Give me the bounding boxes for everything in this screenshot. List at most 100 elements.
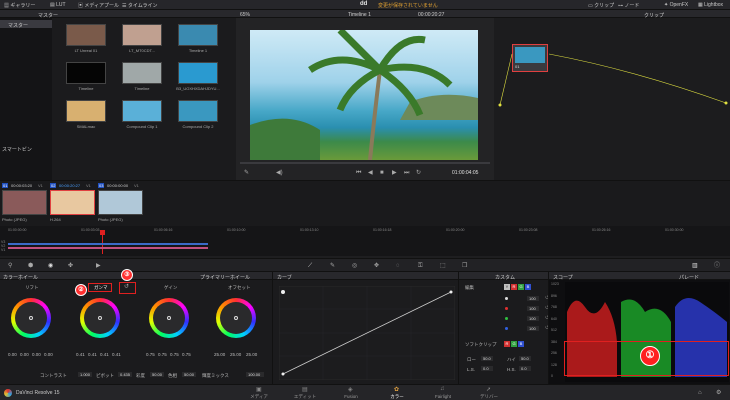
page-tab-icon[interactable]: ♫ bbox=[440, 386, 445, 392]
motion-effects-icon[interactable]: ▶ bbox=[96, 263, 101, 269]
page-tab-icon[interactable]: ▤ bbox=[302, 386, 308, 393]
wheel-value[interactable]: 25.00 bbox=[230, 352, 241, 357]
timeline-button[interactable]: ☰ タイムライン bbox=[122, 2, 158, 9]
wheel-value[interactable]: 0.00 bbox=[32, 352, 41, 357]
low-value[interactable]: 50.0 bbox=[481, 356, 493, 361]
gain-wheel[interactable] bbox=[149, 298, 189, 338]
page-tab-label[interactable]: Fairlight bbox=[430, 394, 456, 399]
wheel-value[interactable]: 25.00 bbox=[246, 352, 257, 357]
channel-b-chip[interactable]: B bbox=[525, 284, 531, 290]
track-v1-clip[interactable] bbox=[8, 247, 208, 249]
lum-mix-value[interactable]: 100.00 bbox=[246, 372, 264, 377]
tracker-icon[interactable]: ✥ bbox=[374, 263, 379, 269]
page-tab-icon[interactable]: ▣ bbox=[256, 386, 262, 393]
scope-mode[interactable]: パレード bbox=[679, 274, 699, 281]
wheel-value[interactable]: 0.41 bbox=[100, 352, 109, 357]
curves-icon[interactable]: ⟋ bbox=[308, 263, 312, 269]
contrast-value[interactable]: 1.000 bbox=[78, 372, 92, 377]
channel-r-chip[interactable]: R bbox=[511, 284, 517, 290]
strip-clip-thumbnail[interactable] bbox=[2, 190, 47, 215]
timeline-ruler[interactable]: 01:00:00:00 01:00:03:03 01:00:06:16 01:00:1… bbox=[0, 226, 730, 236]
info-icon[interactable]: ⓘ bbox=[714, 263, 720, 269]
loop-icon[interactable]: ↻ bbox=[416, 170, 421, 176]
blur-icon[interactable]: ◌ bbox=[396, 263, 400, 269]
wheel-value[interactable]: 0.75 bbox=[170, 352, 179, 357]
media-clip-thumbnail[interactable] bbox=[178, 100, 218, 122]
intensity-value[interactable]: 100 bbox=[527, 316, 539, 321]
gamma-wheel[interactable] bbox=[80, 298, 120, 338]
skip-forward-icon[interactable]: ⏭ bbox=[404, 170, 409, 176]
wheel-value[interactable]: 0.00 bbox=[44, 352, 53, 357]
media-clip-thumbnail[interactable] bbox=[122, 62, 162, 84]
media-clip-thumbnail[interactable] bbox=[122, 24, 162, 46]
wheel-value[interactable]: 0.75 bbox=[146, 352, 155, 357]
pen-icon[interactable]: ✎ bbox=[244, 170, 249, 176]
key-icon[interactable]: ⚿ bbox=[418, 263, 423, 269]
media-clip-thumbnail[interactable] bbox=[122, 100, 162, 122]
nodes-button[interactable]: ⊶ ノード bbox=[618, 2, 639, 9]
wheel-value[interactable]: 0.75 bbox=[182, 352, 191, 357]
media-clip-thumbnail[interactable] bbox=[66, 24, 106, 46]
hs-value[interactable]: 0.0 bbox=[519, 366, 531, 371]
page-tab-label[interactable]: メディア bbox=[246, 394, 272, 400]
sizing-icon[interactable]: ⬚ bbox=[440, 263, 446, 269]
page-tab-label[interactable]: エディット bbox=[292, 394, 318, 400]
primary-wheels-mode[interactable]: プライマリーホイール bbox=[200, 274, 250, 281]
clips-button[interactable]: ▭ クリップ bbox=[588, 2, 614, 9]
page-tab-icon[interactable]: ➚ bbox=[486, 386, 491, 393]
page-tab-label[interactable]: Fusion bbox=[338, 394, 364, 399]
settings-icon[interactable]: ⚙ bbox=[716, 390, 721, 396]
wheel-value[interactable]: 0.75 bbox=[158, 352, 167, 357]
strip-clip-thumbnail[interactable] bbox=[50, 190, 95, 215]
media-pool-button[interactable]: ▣ メディアプール bbox=[78, 2, 119, 9]
softclip-g-chip[interactable]: G bbox=[511, 341, 517, 347]
camera-raw-icon[interactable]: ⚲ bbox=[8, 263, 12, 269]
wheel-value[interactable]: 0.41 bbox=[76, 352, 85, 357]
color-match-icon[interactable]: ⬢ bbox=[28, 263, 33, 269]
page-tab-label[interactable]: デリバー bbox=[476, 394, 502, 400]
play-icon[interactable]: ▶ bbox=[392, 170, 397, 176]
lut-button[interactable]: ▤ LUT bbox=[50, 2, 66, 8]
media-clip-thumbnail[interactable] bbox=[178, 24, 218, 46]
strip-clip-thumbnail[interactable] bbox=[98, 190, 143, 215]
pivot-value[interactable]: 0.435 bbox=[118, 372, 132, 377]
channel-g-chip[interactable]: G bbox=[518, 284, 524, 290]
wheel-value[interactable]: 0.41 bbox=[88, 352, 97, 357]
wheel-value[interactable]: 0.00 bbox=[8, 352, 17, 357]
stop-icon[interactable]: ■ bbox=[380, 170, 384, 176]
window-icon[interactable]: ◎ bbox=[352, 263, 357, 269]
page-tab-icon[interactable]: ◈ bbox=[348, 386, 353, 393]
home-icon[interactable]: ⌂ bbox=[698, 390, 702, 396]
gallery-button[interactable]: ▦ ギャラリー bbox=[4, 2, 35, 9]
intensity-value[interactable]: 100 bbox=[527, 326, 539, 331]
offset-wheel[interactable] bbox=[216, 298, 256, 338]
scope-icon[interactable]: ▥ bbox=[692, 263, 698, 269]
media-clip-thumbnail[interactable] bbox=[66, 62, 106, 84]
bin-master[interactable]: マスター bbox=[0, 20, 52, 29]
curve-graph[interactable] bbox=[279, 286, 455, 380]
zoom-level[interactable]: 65% bbox=[240, 12, 250, 18]
reverse-play-icon[interactable]: ◀ bbox=[368, 170, 373, 176]
openfx-button[interactable]: ✦ OpenFX bbox=[664, 2, 688, 8]
page-tab-icon[interactable]: ✿ bbox=[394, 386, 399, 393]
page-tab-label[interactable]: カラー bbox=[384, 394, 410, 400]
high-value[interactable]: 50.0 bbox=[519, 356, 531, 361]
wheel-value[interactable]: 25.00 bbox=[214, 352, 225, 357]
timeline-name[interactable]: Timeline 1 bbox=[348, 12, 371, 18]
channel-y-chip[interactable]: Y bbox=[504, 284, 510, 290]
rgb-mixer-icon[interactable]: ✤ bbox=[68, 263, 73, 269]
saturation-value[interactable]: 50.00 bbox=[150, 372, 164, 377]
color-wheels-icon[interactable]: ◉ bbox=[48, 263, 53, 269]
ls-value[interactable]: 0.0 bbox=[481, 366, 493, 371]
intensity-value[interactable]: 100 bbox=[527, 296, 539, 301]
viewer-scrubber[interactable] bbox=[240, 162, 490, 164]
3d-icon[interactable]: ❒ bbox=[462, 263, 467, 269]
qualifier-icon[interactable]: ✎ bbox=[330, 263, 335, 269]
skip-back-icon[interactable]: ⏮ bbox=[356, 170, 361, 176]
lightbox-button[interactable]: ▦ Lightbox bbox=[698, 2, 723, 8]
softclip-b-chip[interactable]: B bbox=[518, 341, 524, 347]
track-v2-clip[interactable] bbox=[8, 243, 208, 245]
media-clip-thumbnail[interactable] bbox=[66, 100, 106, 122]
wheel-value[interactable]: 0.00 bbox=[20, 352, 29, 357]
media-clip-thumbnail[interactable] bbox=[178, 62, 218, 84]
